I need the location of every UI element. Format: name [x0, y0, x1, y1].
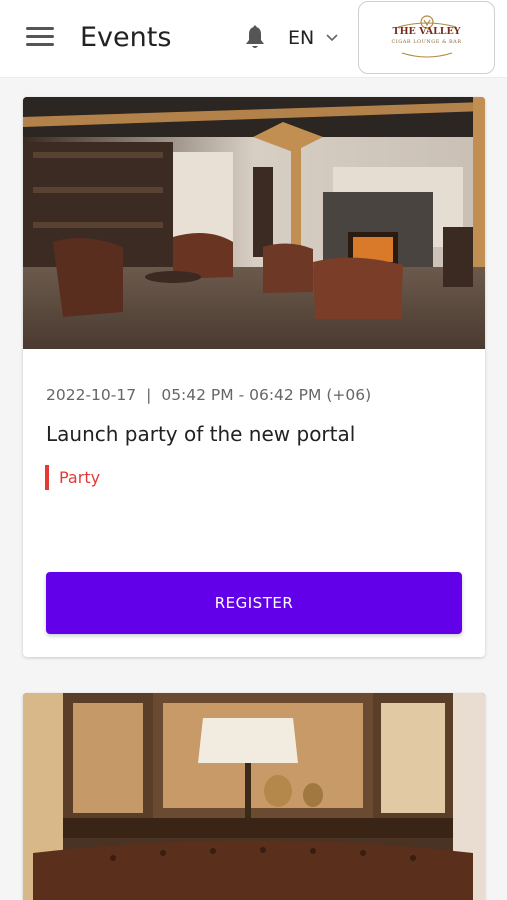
event-image	[23, 97, 485, 349]
event-title: Launch party of the new portal	[46, 422, 356, 446]
logo-text: THE VALLEY	[392, 26, 461, 37]
register-button[interactable]: REGISTER	[46, 572, 462, 634]
logo-subtext: CIGAR LOUNGE & BAR	[391, 39, 462, 45]
brand-logo-button[interactable]: THE VALLEY CIGAR LOUNGE & BAR	[358, 1, 495, 74]
event-time: 05:42 PM - 06:42 PM (+06)	[161, 386, 372, 404]
language-label: EN	[288, 27, 315, 49]
datetime-separator: |	[146, 386, 152, 404]
event-image	[23, 693, 485, 900]
event-card[interactable]	[23, 693, 485, 900]
page-title: Events	[80, 22, 172, 53]
event-date: 2022-10-17	[46, 386, 137, 404]
event-card[interactable]: 2022-10-17 | 05:42 PM - 06:42 PM (+06) Lau…	[23, 97, 485, 657]
menu-icon[interactable]	[26, 27, 54, 49]
language-selector[interactable]: EN	[288, 24, 338, 52]
event-datetime: 2022-10-17 | 05:42 PM - 06:42 PM (+06)	[46, 386, 371, 404]
bell-icon[interactable]	[243, 25, 267, 51]
logo	[397, 14, 456, 57]
chevron-down-icon	[326, 34, 338, 42]
top-app-bar: Events EN THE VALLEY CIGAR LOUNGE & BAR	[0, 0, 507, 78]
event-category-tag: Party	[45, 465, 100, 490]
